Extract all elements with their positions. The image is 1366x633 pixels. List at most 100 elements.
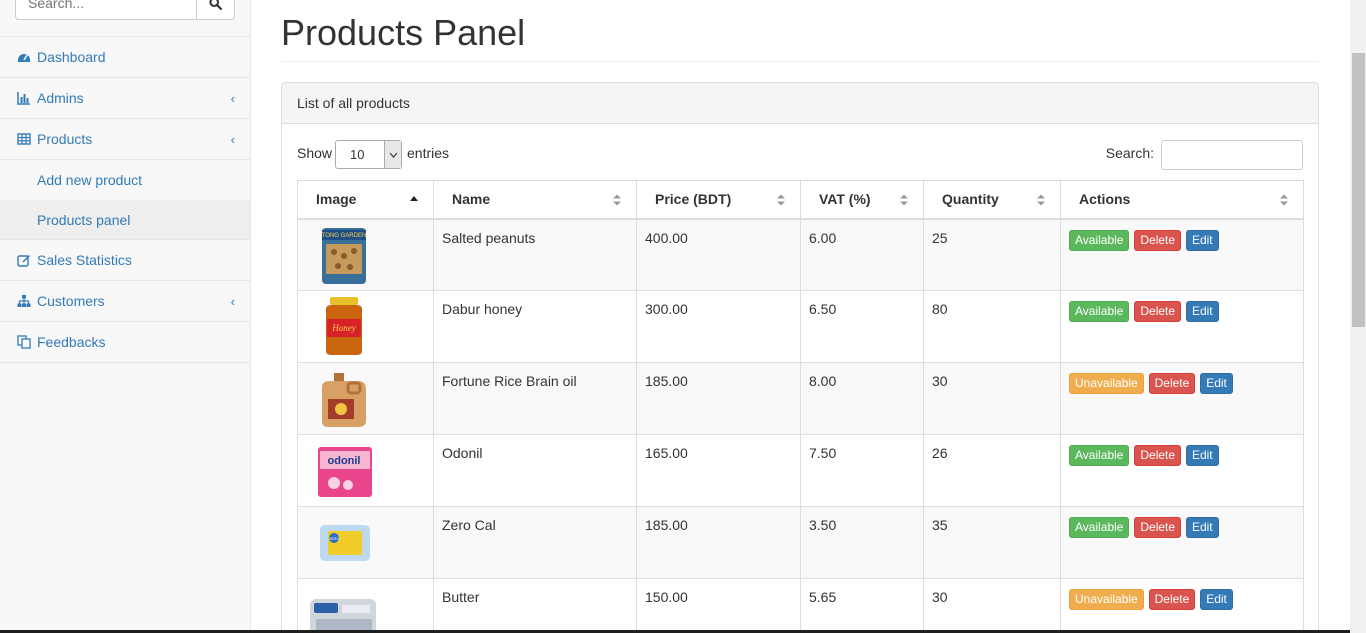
- column-header-price[interactable]: Price (BDT): [636, 180, 801, 220]
- sidebar-search-input[interactable]: [15, 0, 197, 20]
- status-button[interactable]: Available: [1069, 229, 1130, 251]
- column-header-vat[interactable]: VAT (%): [800, 180, 924, 220]
- column-header-image[interactable]: Image: [297, 180, 434, 220]
- dabur-honey-image: Honey: [326, 297, 362, 355]
- table-icon: [17, 132, 31, 146]
- vat-cell: 8.00: [800, 362, 924, 435]
- title-divider: [281, 61, 1319, 62]
- chevron-left-icon: ‹: [230, 91, 235, 106]
- show-label: Show: [297, 145, 333, 161]
- edit-button[interactable]: Edit: [1185, 301, 1219, 322]
- sidebar-subitem-products-panel[interactable]: Products panel: [0, 200, 250, 240]
- sort-asc-icon: [410, 196, 418, 201]
- edit-button[interactable]: Edit: [1185, 229, 1219, 251]
- sidebar-item-label: Dashboard: [37, 49, 106, 65]
- edit-button[interactable]: Edit: [1200, 589, 1233, 610]
- table-search-input[interactable]: [1161, 140, 1303, 170]
- image-cell: TONG GARDEN: [297, 218, 434, 291]
- quantity-cell: 30: [923, 578, 1061, 633]
- delete-button[interactable]: Delete: [1134, 445, 1182, 466]
- status-button[interactable]: Available: [1069, 517, 1130, 538]
- image-cell: odonil: [297, 434, 434, 507]
- sidebar-item-feedbacks[interactable]: Feedbacks: [0, 322, 250, 363]
- edit-button[interactable]: Edit: [1185, 517, 1219, 538]
- price-cell: 150.00: [636, 578, 801, 633]
- actions-cell: Unavailable Delete Edit: [1060, 362, 1304, 435]
- sidebar: Dashboard Admins ‹ Products ‹ Add new pr…: [0, 0, 251, 633]
- sidebar-search: [0, 0, 250, 37]
- vertical-scrollbar[interactable]: [1350, 0, 1366, 633]
- sidebar-item-label: Feedbacks: [37, 334, 106, 350]
- sidebar-subitem-label: Products panel: [37, 211, 131, 228]
- search-icon: [209, 0, 222, 10]
- svg-text:odonil: odonil: [328, 455, 361, 467]
- column-header-label: Name: [452, 191, 491, 208]
- quantity-cell: 26: [923, 434, 1061, 507]
- column-header-name[interactable]: Name: [433, 180, 637, 220]
- delete-button[interactable]: Delete: [1148, 589, 1196, 610]
- status-button[interactable]: Available: [1069, 445, 1130, 466]
- delete-button[interactable]: Delete: [1148, 373, 1196, 394]
- table-row: Butter 150.00 5.65 30 Unavailable Delete…: [297, 578, 1304, 633]
- sort-icon: [1037, 194, 1045, 206]
- delete-button[interactable]: Delete: [1134, 229, 1182, 251]
- sidebar-search-button[interactable]: [196, 0, 235, 20]
- sort-icon: [777, 194, 785, 206]
- table-controls: Show 10 entries Search:: [297, 140, 1303, 170]
- sort-icon: [1280, 194, 1288, 206]
- panel-heading: List of all products: [282, 83, 1318, 124]
- sidebar-item-label: Sales Statistics: [37, 252, 132, 268]
- column-header-actions[interactable]: Actions: [1060, 180, 1304, 220]
- status-button[interactable]: Unavailable: [1069, 373, 1144, 394]
- chevron-left-icon: ‹: [230, 294, 235, 309]
- sidebar-item-customers[interactable]: Customers ‹: [0, 281, 250, 322]
- column-header-label: Image: [316, 191, 357, 208]
- image-cell: [297, 362, 434, 435]
- price-cell: 185.00: [636, 506, 801, 579]
- status-button[interactable]: Unavailable: [1069, 589, 1144, 610]
- sidebar-item-label: Customers: [37, 293, 105, 309]
- table-row: ZERO Zero Cal 185.00 3.50 35 Available D…: [297, 506, 1304, 579]
- table-row: odonil Odonil 165.00 7.50 26 Available D…: [297, 434, 1304, 507]
- sitemap-icon: [17, 294, 31, 308]
- odonil-image: odonil: [318, 447, 372, 497]
- edit-icon: [17, 253, 31, 267]
- entries-select[interactable]: 10: [335, 140, 402, 169]
- image-cell: Honey: [297, 290, 434, 363]
- bar-chart-icon: [17, 91, 31, 105]
- svg-text:ZERO: ZERO: [328, 536, 339, 541]
- vat-cell: 7.50: [800, 434, 924, 507]
- edit-button[interactable]: Edit: [1185, 445, 1219, 466]
- actions-cell: Available Delete Edit: [1060, 506, 1304, 579]
- image-cell: ZERO: [297, 506, 434, 579]
- status-button[interactable]: Available: [1069, 301, 1130, 322]
- sidebar-item-admins[interactable]: Admins ‹: [0, 78, 250, 119]
- sidebar-subitem-add-new-product[interactable]: Add new product: [0, 160, 250, 200]
- price-cell: 185.00: [636, 362, 801, 435]
- column-header-quantity[interactable]: Quantity: [923, 180, 1061, 220]
- page-title: Products Panel: [281, 12, 526, 53]
- name-cell: Dabur honey: [433, 290, 637, 363]
- price-cell: 165.00: [636, 434, 801, 507]
- actions-cell: Available Delete Edit: [1060, 218, 1304, 291]
- sidebar-item-products[interactable]: Products ‹: [0, 119, 250, 160]
- sidebar-item-sales-statistics[interactable]: Sales Statistics: [0, 240, 250, 281]
- svg-text:Honey: Honey: [331, 323, 356, 333]
- main-content: Products Panel List of all products Show…: [251, 0, 1350, 633]
- delete-button[interactable]: Delete: [1134, 301, 1182, 322]
- table-search-label: Search:: [1105, 145, 1154, 161]
- quantity-cell: 35: [923, 506, 1061, 579]
- vat-cell: 6.50: [800, 290, 924, 363]
- name-cell: Fortune Rice Brain oil: [433, 362, 637, 435]
- column-header-label: VAT (%): [819, 191, 871, 208]
- vat-cell: 6.00: [800, 218, 924, 291]
- entries-value: 10: [350, 147, 365, 162]
- sidebar-item-dashboard[interactable]: Dashboard: [0, 37, 250, 78]
- table-row: Honey Dabur honey 300.00 6.50 80 Availab…: [297, 290, 1304, 363]
- delete-button[interactable]: Delete: [1134, 517, 1182, 538]
- column-header-label: Price (BDT): [655, 191, 732, 208]
- scrollbar-thumb[interactable]: [1352, 53, 1365, 327]
- actions-cell: Available Delete Edit: [1060, 434, 1304, 507]
- edit-button[interactable]: Edit: [1200, 373, 1233, 394]
- table-header-row: Image Name Price (BDT) VAT (%) Quantity …: [297, 180, 1304, 220]
